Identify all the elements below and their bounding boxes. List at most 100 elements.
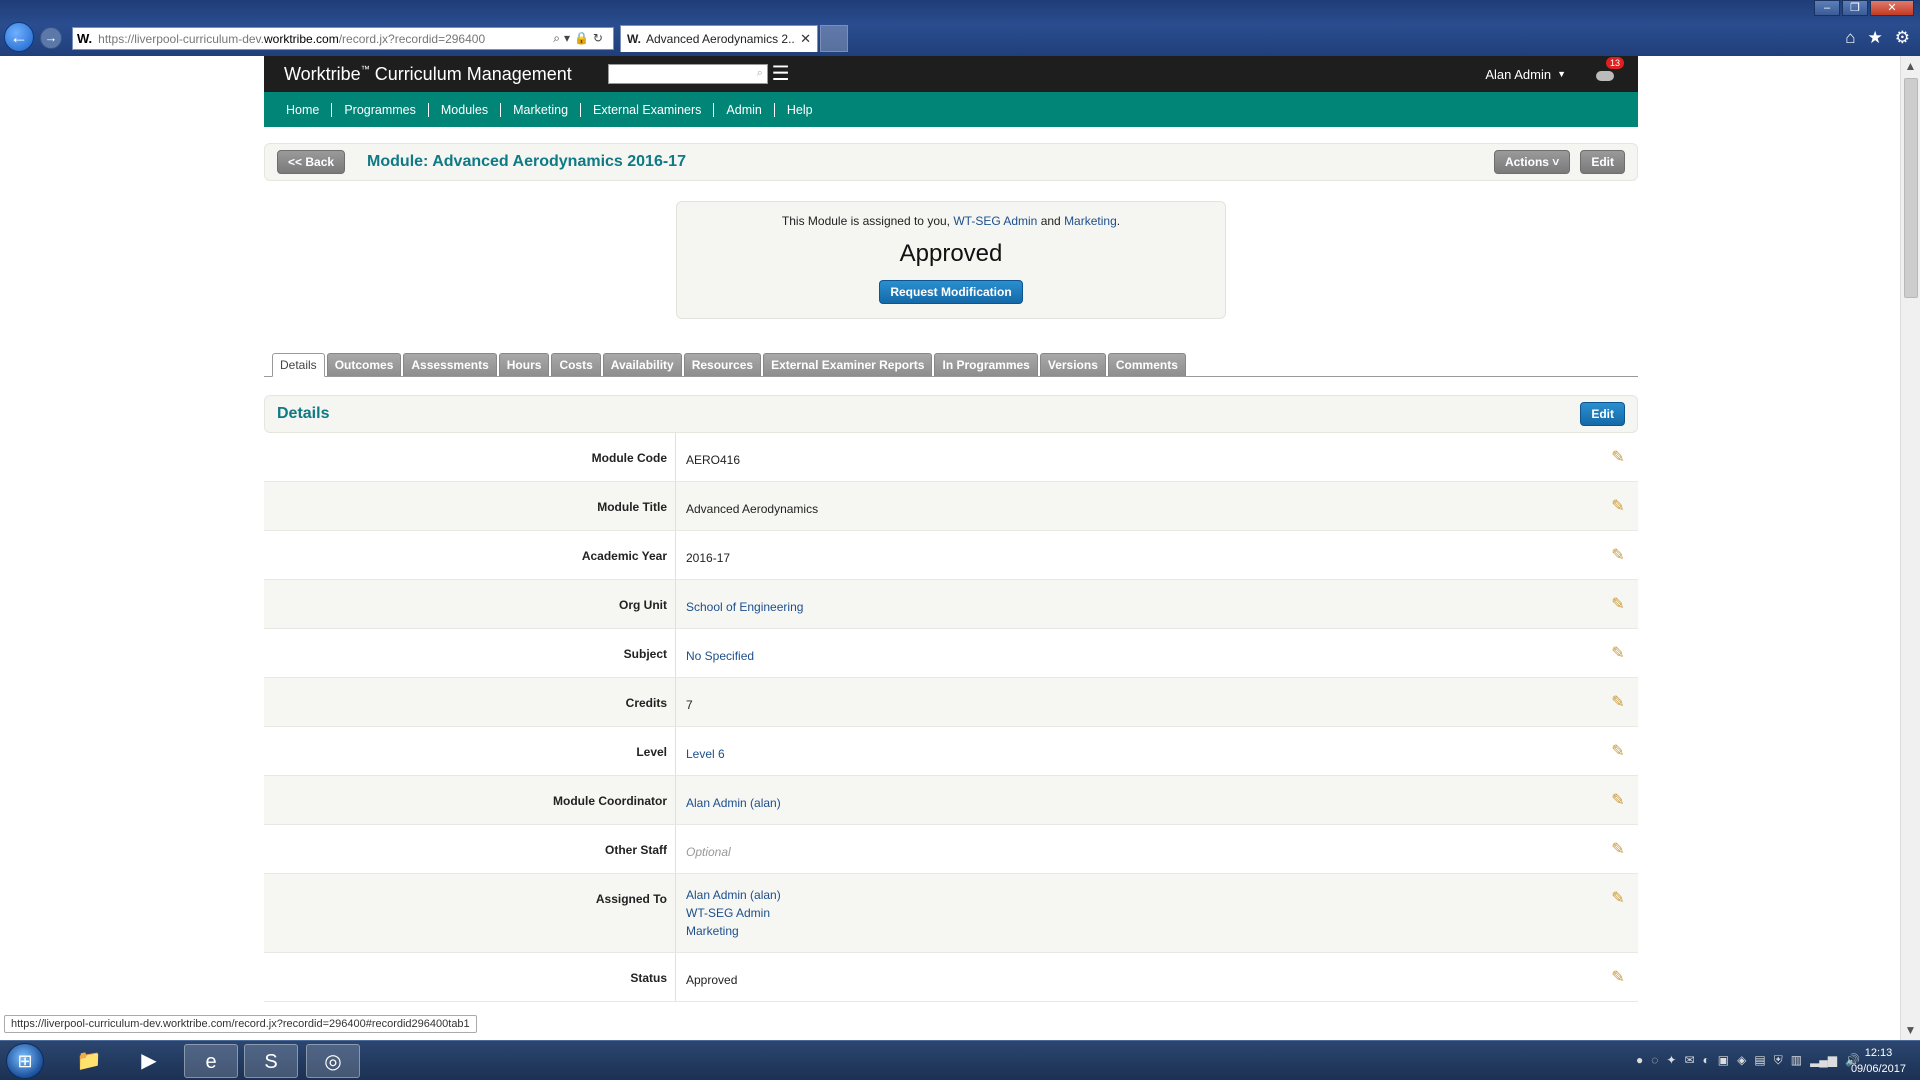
assigned-link-wt-seg-admin[interactable]: WT-SEG Admin bbox=[953, 214, 1037, 228]
pencil-icon[interactable]: ✎ bbox=[1598, 727, 1638, 775]
page-title: Module: Advanced Aerodynamics 2016-17 bbox=[367, 153, 686, 170]
record-title-bar: << Back Module: Advanced Aerodynamics 20… bbox=[264, 143, 1638, 181]
tab-assessments[interactable]: Assessments bbox=[403, 353, 497, 376]
org-unit-link[interactable]: School of Engineering bbox=[686, 600, 803, 614]
notification-cloud-icon[interactable] bbox=[1596, 71, 1614, 81]
search-app-icon[interactable]: ◎ bbox=[306, 1044, 360, 1078]
tab-external-examiner-reports[interactable]: External Examiner Reports bbox=[763, 353, 933, 376]
scrollbar-thumb[interactable] bbox=[1904, 78, 1918, 298]
nav-modules[interactable]: Modules bbox=[429, 102, 502, 117]
pencil-icon[interactable]: ✎ bbox=[1598, 953, 1638, 1001]
clock[interactable]: 12:13 09/06/2017 bbox=[1851, 1045, 1906, 1077]
favorites-star-icon[interactable]: ★ bbox=[1868, 28, 1883, 48]
search-box: ⌕ bbox=[607, 64, 768, 84]
browser-tab-active[interactable]: W. Advanced Aerodynamics 2... ✕ bbox=[620, 25, 818, 52]
tab-resources[interactable]: Resources bbox=[683, 353, 762, 376]
tab-favicon: W. bbox=[627, 32, 641, 46]
tab-costs[interactable]: Costs bbox=[551, 353, 601, 376]
address-bar[interactable]: W. https://liverpool-curriculum-dev.work… bbox=[72, 27, 614, 50]
field-row-module-coordinator: Module Coordinator Alan Admin (alan) ✎ bbox=[264, 776, 1638, 825]
new-tab-button[interactable] bbox=[820, 25, 848, 52]
nav-home[interactable]: Home bbox=[274, 102, 333, 117]
tab-details[interactable]: Details bbox=[272, 353, 325, 377]
gear-icon[interactable]: ⚙ bbox=[1895, 28, 1910, 48]
pencil-icon[interactable]: ✎ bbox=[1598, 678, 1638, 726]
tray-icon[interactable]: ▤ bbox=[1754, 1053, 1765, 1068]
request-modification-button[interactable]: Request Modification bbox=[879, 280, 1023, 304]
home-icon[interactable]: ⌂ bbox=[1845, 28, 1855, 48]
subject-link[interactable]: No Specified bbox=[686, 649, 754, 663]
coordinator-link[interactable]: Alan Admin (alan) bbox=[686, 796, 781, 810]
tray-icon[interactable]: ◈ bbox=[1737, 1053, 1746, 1068]
search-icon[interactable]: ⌕ bbox=[757, 67, 763, 80]
tab-availability[interactable]: Availability bbox=[602, 353, 682, 376]
pencil-icon[interactable]: ✎ bbox=[1598, 776, 1638, 824]
close-window-icon[interactable]: ✕ bbox=[1870, 0, 1914, 16]
pencil-icon[interactable]: ✎ bbox=[1598, 825, 1638, 873]
edit-record-button[interactable]: Edit bbox=[1580, 150, 1625, 174]
level-link[interactable]: Level 6 bbox=[686, 747, 725, 761]
restore-icon[interactable]: ❐ bbox=[1842, 0, 1868, 16]
tray-icon[interactable]: ◌ bbox=[1651, 1053, 1658, 1068]
record-tabs: Details Outcomes Assessments Hours Costs… bbox=[264, 353, 1638, 377]
user-name[interactable]: Alan Admin bbox=[1485, 67, 1551, 82]
pencil-icon[interactable]: ✎ bbox=[1598, 629, 1638, 677]
back-button[interactable]: << Back bbox=[277, 150, 346, 174]
address-url[interactable]: https://liverpool-curriculum-dev.worktri… bbox=[98, 32, 553, 46]
scroll-down-icon[interactable]: ▼ bbox=[1901, 1020, 1920, 1040]
vertical-scrollbar[interactable]: ▲ ▼ bbox=[1900, 56, 1920, 1040]
nav-admin[interactable]: Admin bbox=[714, 102, 775, 117]
field-value: AERO416 bbox=[686, 453, 741, 467]
edit-details-button[interactable]: Edit bbox=[1580, 402, 1625, 426]
tray-icon[interactable]: ● bbox=[1636, 1053, 1643, 1068]
shield-icon[interactable]: ⛨ bbox=[1774, 1053, 1783, 1068]
assigned-to-link[interactable]: WT-SEG Admin bbox=[686, 904, 1588, 922]
menu-icon[interactable]: ☰ bbox=[772, 64, 790, 84]
tray-icon[interactable]: ✦ bbox=[1666, 1053, 1676, 1068]
tab-outcomes[interactable]: Outcomes bbox=[326, 353, 402, 376]
scroll-up-icon[interactable]: ▲ bbox=[1901, 56, 1920, 76]
tab-versions[interactable]: Versions bbox=[1039, 353, 1106, 376]
clock-time: 12:13 bbox=[1864, 1047, 1893, 1059]
tray-icon[interactable]: ◐ bbox=[1703, 1053, 1710, 1068]
search-input[interactable] bbox=[608, 65, 749, 83]
skype-icon[interactable]: S bbox=[244, 1044, 298, 1078]
pencil-icon[interactable]: ✎ bbox=[1598, 874, 1638, 952]
nav-marketing[interactable]: Marketing bbox=[501, 102, 582, 117]
nav-help[interactable]: Help bbox=[775, 103, 825, 117]
tab-hours[interactable]: Hours bbox=[498, 353, 550, 376]
file-explorer-icon[interactable]: 📁 bbox=[62, 1044, 116, 1078]
assigned-to-link[interactable]: Marketing bbox=[686, 922, 1588, 940]
notifications[interactable]: 13 bbox=[1596, 57, 1625, 83]
tray-icon[interactable]: ✉ bbox=[1684, 1053, 1694, 1068]
browser-back-button[interactable]: ← bbox=[4, 22, 34, 52]
minimize-icon[interactable]: – bbox=[1814, 0, 1840, 16]
nav-programmes[interactable]: Programmes bbox=[332, 102, 429, 117]
media-player-icon[interactable]: ▶ bbox=[122, 1044, 176, 1078]
browser-forward-button[interactable]: → bbox=[40, 27, 62, 49]
caret-down-icon[interactable]: ▼ bbox=[1557, 69, 1566, 79]
assigned-link-marketing[interactable]: Marketing bbox=[1064, 214, 1117, 228]
brand-logo[interactable]: Worktribe™ Curriculum Management bbox=[284, 64, 572, 85]
tray-icon[interactable]: ▣ bbox=[1718, 1053, 1729, 1068]
start-button-icon[interactable]: ⊞ bbox=[6, 1043, 44, 1079]
field-label: Status bbox=[264, 953, 676, 1001]
assigned-to-link[interactable]: Alan Admin (alan) bbox=[686, 886, 1588, 904]
pencil-icon[interactable]: ✎ bbox=[1598, 482, 1638, 530]
nav-external-examiners[interactable]: External Examiners bbox=[581, 102, 715, 117]
pencil-icon[interactable]: ✎ bbox=[1598, 433, 1638, 481]
page-content: Worktribe™ Curriculum Management ⌕ ☰ Ala… bbox=[264, 56, 1638, 1002]
title-actions: Actions ˅ Edit bbox=[1493, 150, 1625, 174]
network-signal-icon[interactable]: ▂▄▆ bbox=[1810, 1053, 1837, 1068]
actions-button[interactable]: Actions ˅ bbox=[1493, 150, 1571, 174]
tab-comments[interactable]: Comments bbox=[1107, 353, 1186, 376]
pencil-icon[interactable]: ✎ bbox=[1598, 531, 1638, 579]
tab-in-programmes[interactable]: In Programmes bbox=[934, 353, 1038, 376]
address-bar-icons[interactable]: ⌕▾🔒↻ bbox=[553, 31, 613, 46]
tab-close-icon[interactable]: ✕ bbox=[800, 31, 811, 47]
tray-icon[interactable]: ▥ bbox=[1791, 1053, 1802, 1068]
pencil-icon[interactable]: ✎ bbox=[1598, 580, 1638, 628]
internet-explorer-icon[interactable]: e bbox=[184, 1044, 238, 1078]
page-viewport: Worktribe™ Curriculum Management ⌕ ☰ Ala… bbox=[0, 56, 1900, 1040]
user-menu[interactable]: Alan Admin ▼ 13 bbox=[1485, 57, 1638, 83]
